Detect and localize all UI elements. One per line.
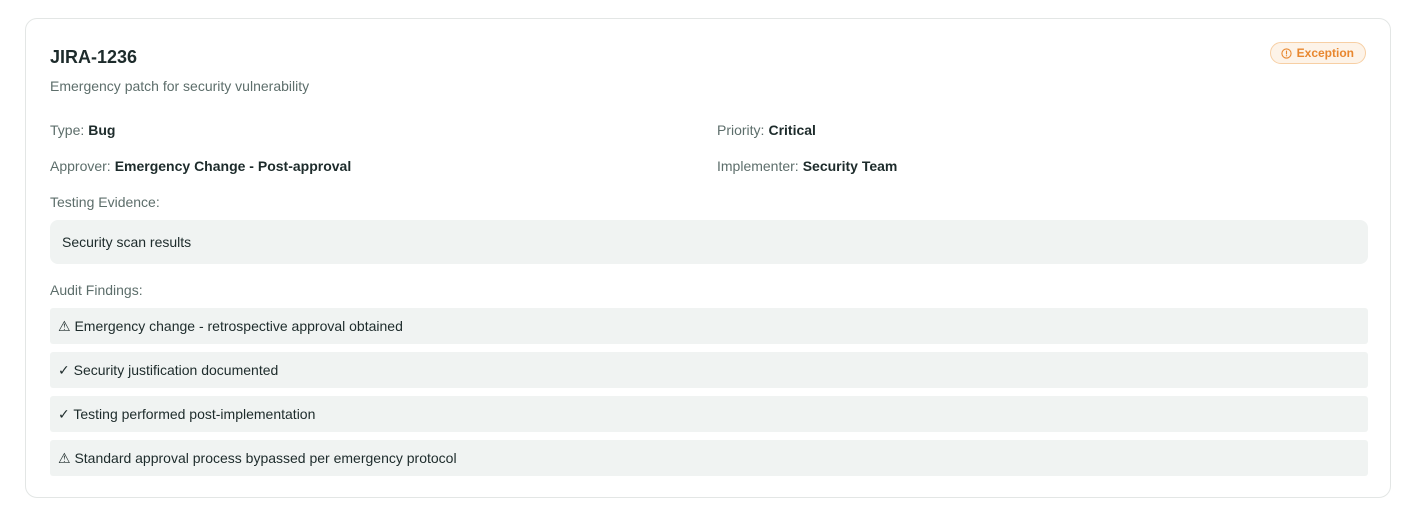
- testing-evidence-box: Security scan results: [50, 220, 1368, 264]
- audit-finding-text: ⚠ Emergency change - retrospective appro…: [58, 317, 403, 334]
- priority-field: Priority: Critical: [717, 121, 816, 139]
- status-badge: Exception: [1269, 42, 1366, 64]
- priority-label: Priority:: [717, 122, 765, 138]
- audit-findings-label: Audit Findings:: [50, 282, 143, 298]
- ticket-description: Emergency patch for security vulnerabili…: [50, 78, 310, 94]
- implementer-field: Implementer: Security Team: [717, 157, 897, 175]
- audit-findings-list: ⚠ Emergency change - retrospective appro…: [50, 308, 1368, 484]
- type-field: Type: Bug: [50, 121, 115, 139]
- audit-finding-item: ✓ Security justification documented: [50, 352, 1368, 388]
- type-value: Bug: [88, 122, 116, 138]
- approver-value: Emergency Change - Post-approval: [114, 158, 352, 174]
- audit-finding-text: ✓ Security justification documented: [58, 361, 279, 378]
- type-label: Type:: [50, 122, 85, 138]
- testing-evidence-label: Testing Evidence:: [50, 194, 160, 210]
- approver-label: Approver:: [50, 158, 111, 174]
- audit-finding-item: ⚠ Emergency change - retrospective appro…: [50, 308, 1368, 344]
- ticket-id: JIRA-1236: [50, 47, 138, 67]
- audit-finding-item: ✓ Testing performed post-implementation: [50, 396, 1368, 432]
- audit-finding-item: ⚠ Standard approval process bypassed per…: [50, 440, 1368, 476]
- approver-field: Approver: Emergency Change - Post-approva…: [50, 157, 351, 175]
- priority-value: Critical: [768, 122, 816, 138]
- audit-finding-text: ⚠ Standard approval process bypassed per…: [58, 449, 457, 466]
- info-circle-icon: [1281, 47, 1292, 59]
- implementer-value: Security Team: [802, 158, 898, 174]
- change-ticket-card: JIRA-1236 Emergency patch for security v…: [25, 18, 1391, 498]
- status-badge-label: Exception: [1296, 46, 1354, 60]
- audit-finding-text: ✓ Testing performed post-implementation: [58, 405, 316, 422]
- testing-evidence-value: Security scan results: [62, 234, 192, 250]
- implementer-label: Implementer:: [717, 158, 799, 174]
